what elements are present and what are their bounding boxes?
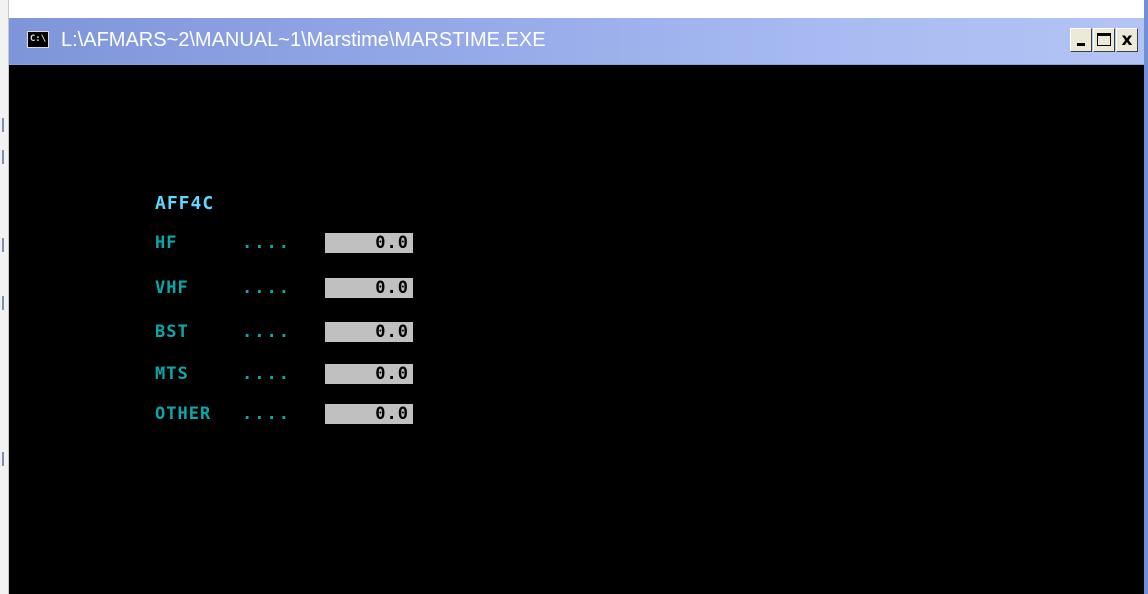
minimize-button[interactable]	[1070, 28, 1092, 52]
station-heading: AFF4C	[155, 193, 215, 214]
window-right-frame	[1144, 0, 1148, 594]
row-leader-dots: ....	[242, 322, 291, 342]
window-top-frame	[9, 0, 1148, 18]
mts-time-field[interactable]: 0.0	[325, 364, 413, 384]
close-icon: x	[1121, 30, 1133, 50]
edge-mark	[2, 118, 4, 132]
close-button[interactable]: x	[1116, 28, 1138, 52]
bst-time-field[interactable]: 0.0	[325, 322, 413, 342]
window-title: L:\AFMARS~2\MANUAL~1\Marstime\MARSTIME.E…	[61, 29, 546, 51]
maximize-button[interactable]	[1093, 28, 1115, 52]
vhf-time-field[interactable]: 0.0	[325, 278, 413, 298]
console-area[interactable]: AFF4C HF .... 0.0 VHF .... 0.0 BST .... …	[9, 65, 1144, 594]
maximize-icon	[1097, 33, 1111, 46]
row-label: OTHER	[155, 404, 212, 424]
row-leader-dots: ....	[242, 364, 291, 384]
hf-time-field[interactable]: 0.0	[325, 233, 413, 253]
console-app-icon[interactable]: C:\	[27, 31, 49, 48]
row-label: VHF	[155, 278, 189, 298]
row-leader-dots: ....	[242, 233, 291, 253]
edge-mark	[2, 296, 4, 310]
edge-mark	[2, 150, 4, 164]
row-label: MTS	[155, 364, 189, 384]
background-window-edge	[0, 0, 9, 594]
minimize-icon	[1077, 43, 1085, 46]
row-leader-dots: ....	[242, 278, 291, 298]
row-label: BST	[155, 322, 189, 342]
row-label: HF	[155, 233, 178, 253]
other-time-field[interactable]: 0.0	[325, 404, 413, 424]
row-leader-dots: ....	[242, 404, 291, 424]
console-window: C:\ L:\AFMARS~2\MANUAL~1\Marstime\MARSTI…	[0, 0, 1148, 594]
title-bar[interactable]: C:\ L:\AFMARS~2\MANUAL~1\Marstime\MARSTI…	[9, 18, 1148, 65]
edge-mark	[2, 452, 4, 466]
edge-mark	[2, 238, 4, 252]
